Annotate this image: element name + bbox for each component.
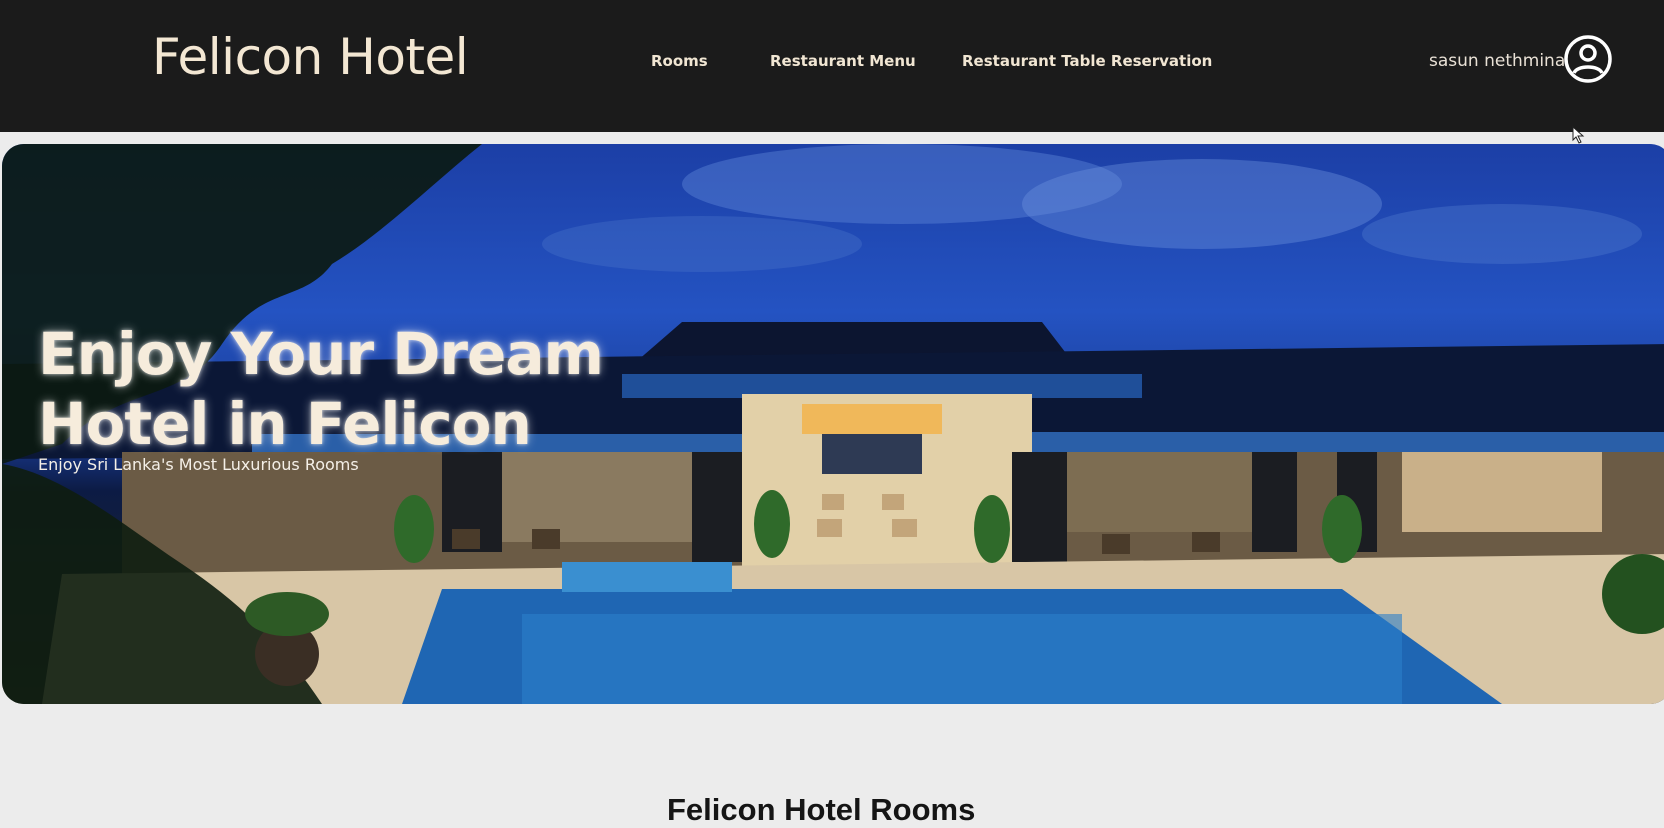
hero-banner: Enjoy Your Dream Hotel in Felicon Enjoy …: [2, 144, 1664, 704]
rooms-section-title: Felicon Hotel Rooms: [667, 791, 976, 827]
mouse-cursor-icon: [1572, 126, 1585, 144]
user-circle-icon[interactable]: [1563, 34, 1613, 84]
nav-link-restaurant-menu[interactable]: Restaurant Menu: [770, 52, 916, 70]
top-navbar: Felicon Hotel Rooms Restaurant Menu Rest…: [0, 0, 1664, 132]
nav-link-table-reservation[interactable]: Restaurant Table Reservation: [962, 52, 1212, 70]
hero-title-line2: Hotel in Felicon: [38, 389, 532, 458]
nav-link-rooms[interactable]: Rooms: [651, 52, 708, 70]
brand-logo-text[interactable]: Felicon Hotel: [152, 28, 469, 86]
hero-title-line1: Enjoy Your Dream: [38, 319, 604, 388]
user-name-label[interactable]: sasun nethmina: [1429, 51, 1565, 71]
hero-subtitle: Enjoy Sri Lanka's Most Luxurious Rooms: [38, 455, 359, 474]
hero-title: Enjoy Your Dream Hotel in Felicon: [38, 319, 638, 459]
